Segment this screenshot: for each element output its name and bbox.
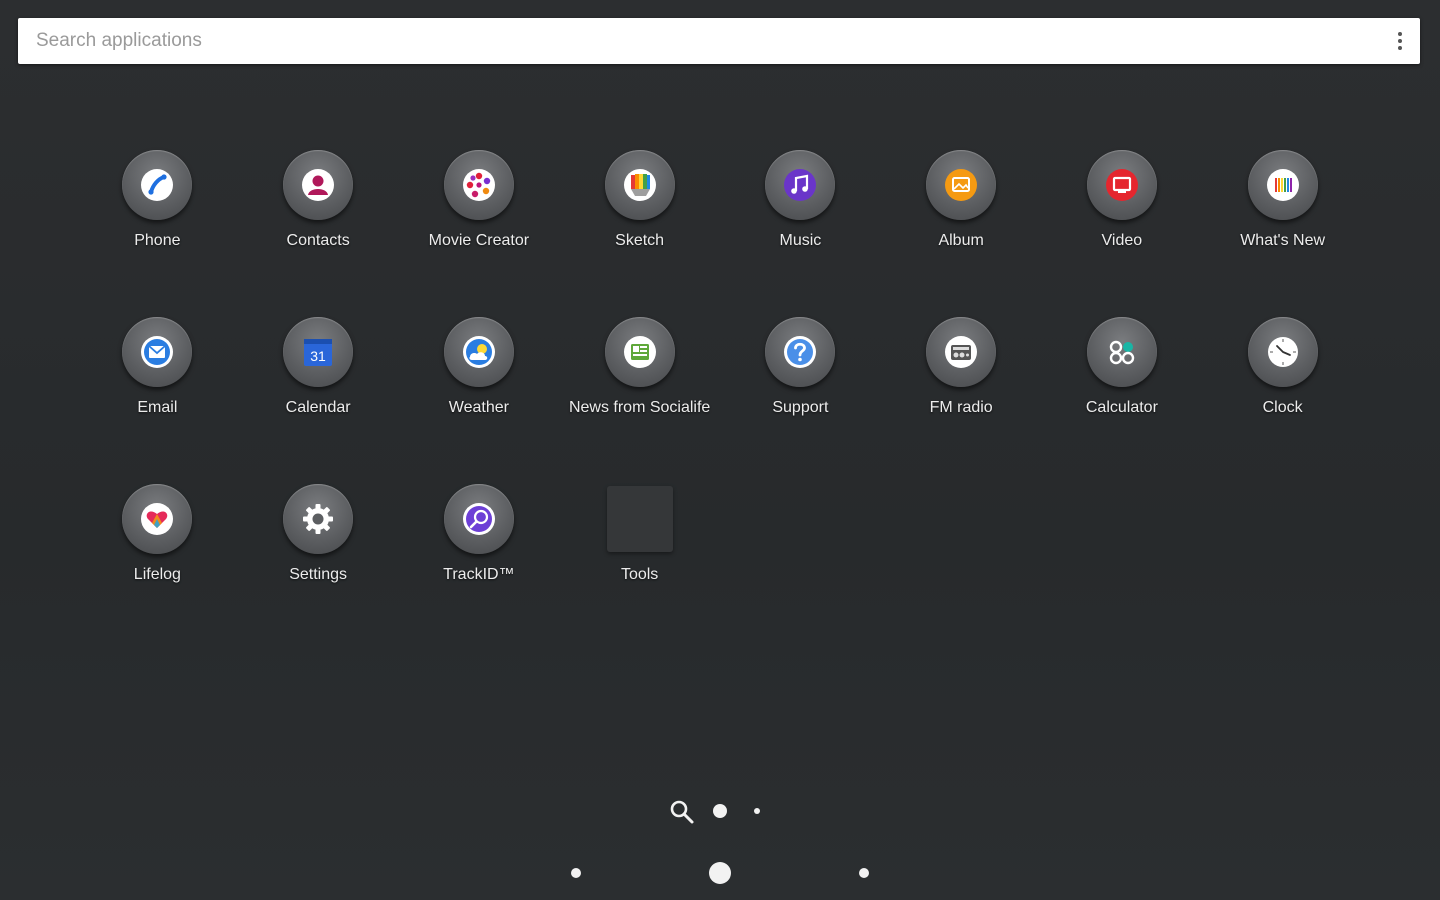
app-label: Weather <box>448 399 509 416</box>
app-grid: Phone Contacts Movie Creator Sketch Musi… <box>77 150 1363 651</box>
lifelog-icon <box>122 484 193 554</box>
app-support[interactable]: Support <box>720 317 881 484</box>
app-label: FM radio <box>929 399 993 416</box>
support-icon <box>765 317 836 387</box>
app-label: Sketch <box>615 232 665 249</box>
trackid-icon <box>443 484 514 554</box>
app-album[interactable]: Album <box>881 150 1042 317</box>
page-indicator <box>0 795 1440 827</box>
app-video[interactable]: Video <box>1042 150 1203 317</box>
album-icon <box>926 150 997 220</box>
page-dot[interactable] <box>754 808 760 814</box>
calendar-icon: 31 <box>283 317 354 387</box>
app-calculator[interactable]: Calculator <box>1042 317 1203 484</box>
app-label: Contacts <box>286 232 350 249</box>
app-label: Settings <box>289 566 348 583</box>
folder-icon <box>606 486 673 552</box>
back-button[interactable] <box>571 868 581 878</box>
search-bar <box>18 18 1420 64</box>
app-label: Music <box>779 232 822 249</box>
app-label: News from Socialife <box>568 399 711 416</box>
app-label: Album <box>938 232 984 249</box>
sketch-icon <box>604 150 675 220</box>
app-label: Calendar <box>285 399 351 416</box>
app-label: Video <box>1101 232 1143 249</box>
settings-icon <box>283 484 354 554</box>
recent-apps-button[interactable] <box>859 868 869 878</box>
contacts-icon <box>283 150 354 220</box>
app-calendar[interactable]: 31 Calendar <box>238 317 399 484</box>
app-label: What's New <box>1240 232 1326 249</box>
search-input[interactable] <box>18 18 1380 64</box>
calendar-date: 31 <box>310 348 326 364</box>
app-clock[interactable]: Clock <box>1202 317 1363 484</box>
app-sketch[interactable]: Sketch <box>559 150 720 317</box>
navigation-bar <box>0 845 1440 900</box>
app-label: Movie Creator <box>428 232 530 249</box>
app-movie-creator[interactable]: Movie Creator <box>399 150 560 317</box>
music-icon <box>765 150 836 220</box>
phone-icon <box>122 150 193 220</box>
app-label: Email <box>137 399 178 416</box>
app-label: Clock <box>1262 399 1303 416</box>
app-settings[interactable]: Settings <box>238 484 399 651</box>
video-icon <box>1086 150 1157 220</box>
search-icon <box>670 800 694 824</box>
app-label: Lifelog <box>133 566 181 583</box>
app-label: Calculator <box>1085 399 1158 416</box>
calculator-icon <box>1086 317 1157 387</box>
app-label: Support <box>772 399 829 416</box>
app-music[interactable]: Music <box>720 150 881 317</box>
fm-radio-icon <box>926 317 997 387</box>
app-trackid[interactable]: TrackID™ <box>399 484 560 651</box>
app-label: Tools <box>620 566 659 583</box>
clock-icon <box>1247 317 1318 387</box>
weather-icon <box>443 317 514 387</box>
app-news-from-socialife[interactable]: News from Socialife <box>559 317 720 484</box>
home-button[interactable] <box>709 862 731 884</box>
search-apps-button[interactable] <box>669 799 695 825</box>
email-icon <box>122 317 193 387</box>
app-drawer: Phone Contacts Movie Creator Sketch <box>0 0 1440 900</box>
app-label: TrackID™ <box>443 566 515 583</box>
news-icon <box>604 317 675 387</box>
overflow-menu-button[interactable] <box>1380 18 1420 64</box>
app-label: Phone <box>134 232 181 249</box>
app-lifelog[interactable]: Lifelog <box>77 484 238 651</box>
more-vert-icon <box>1398 32 1402 50</box>
whats-new-icon <box>1247 150 1318 220</box>
app-whats-new[interactable]: What's New <box>1202 150 1363 317</box>
app-contacts[interactable]: Contacts <box>238 150 399 317</box>
app-folder-tools[interactable]: Tools <box>559 484 720 651</box>
app-fm-radio[interactable]: FM radio <box>881 317 1042 484</box>
movie-creator-icon <box>443 150 514 220</box>
page-dot-current[interactable] <box>713 804 727 818</box>
app-weather[interactable]: Weather <box>399 317 560 484</box>
app-email[interactable]: Email <box>77 317 238 484</box>
app-phone[interactable]: Phone <box>77 150 238 317</box>
